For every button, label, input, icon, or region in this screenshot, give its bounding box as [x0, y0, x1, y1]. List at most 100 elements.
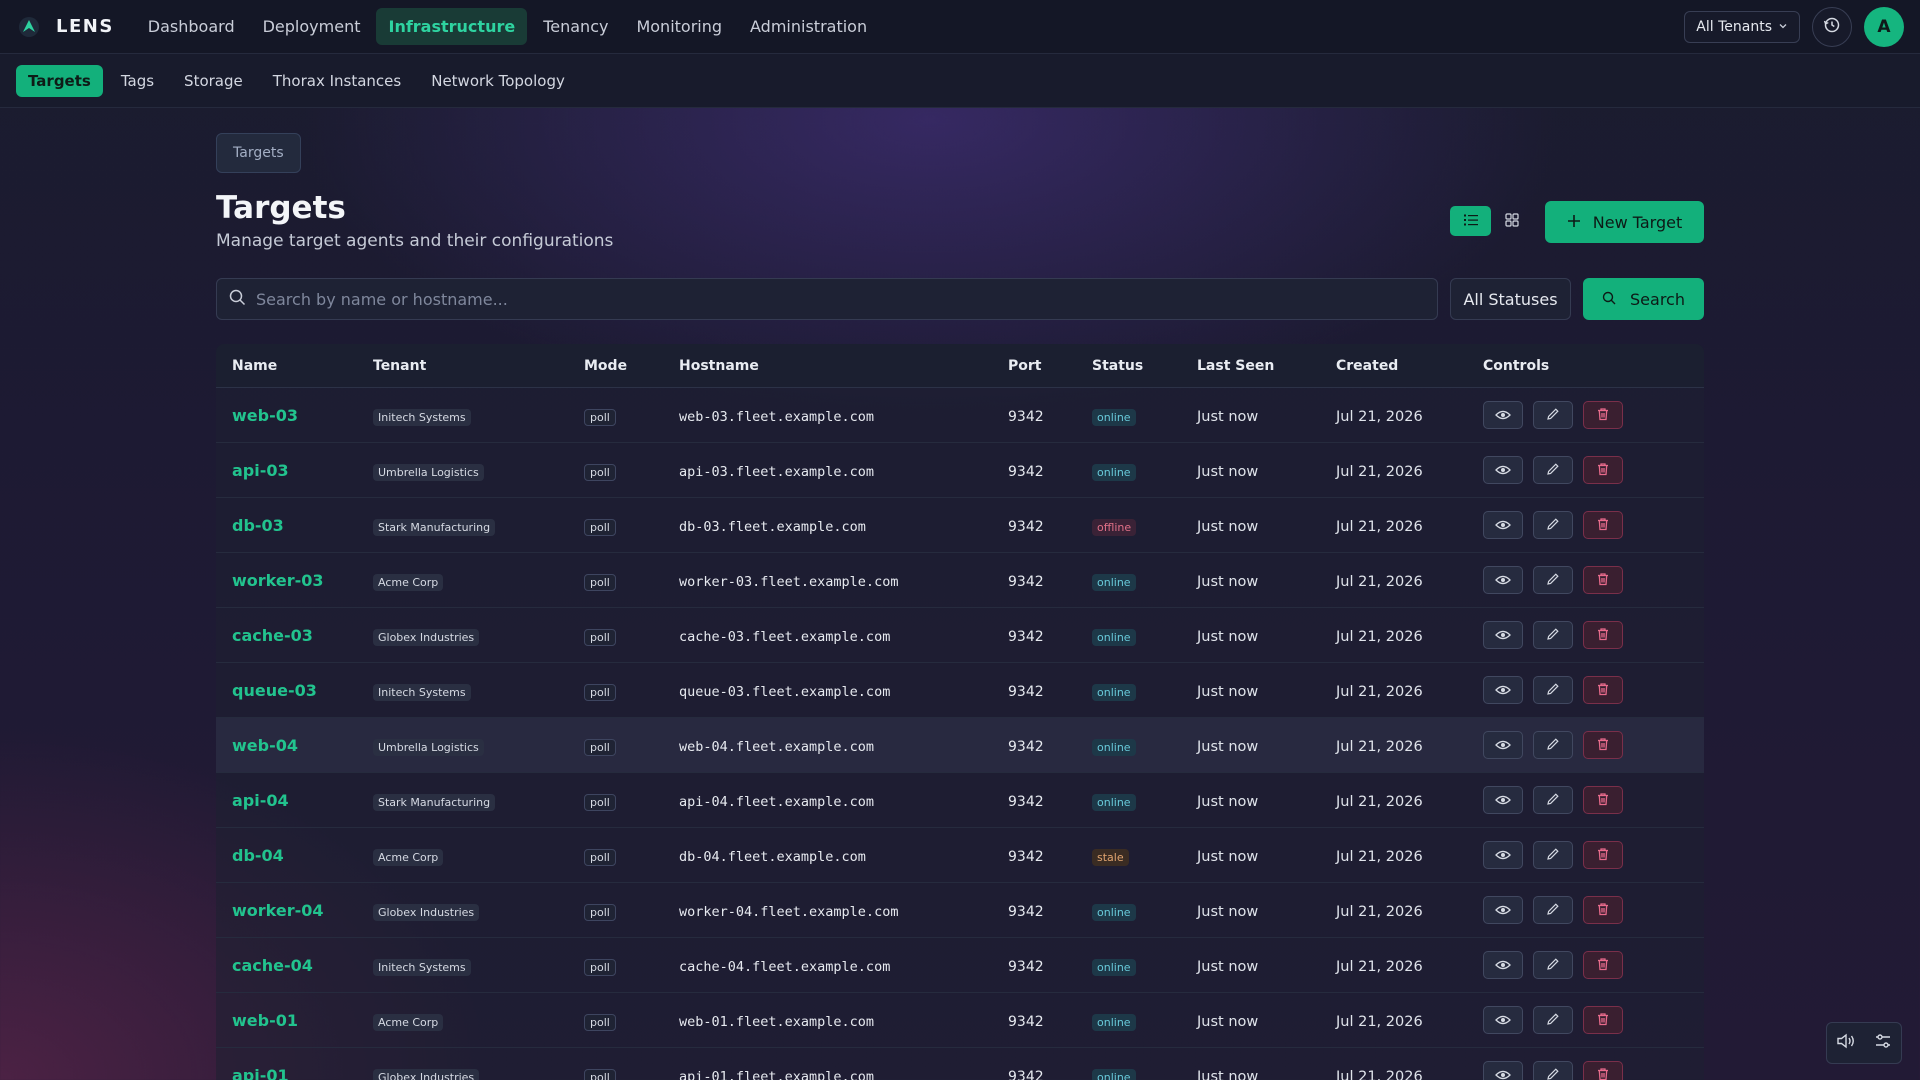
- view-button[interactable]: [1483, 566, 1523, 594]
- target-name-link[interactable]: db-03: [232, 516, 284, 535]
- delete-button[interactable]: [1583, 456, 1623, 484]
- delete-button[interactable]: [1583, 511, 1623, 539]
- breadcrumb[interactable]: Targets: [216, 133, 301, 173]
- table-row[interactable]: queue-03 Initech Systems poll queue-03.flee…: [216, 663, 1704, 718]
- search-button[interactable]: Search: [1583, 278, 1704, 320]
- nav-tenancy[interactable]: Tenancy: [531, 8, 620, 45]
- view-button[interactable]: [1483, 401, 1523, 429]
- sound-button[interactable]: [1836, 1032, 1856, 1054]
- edit-button[interactable]: [1533, 786, 1573, 814]
- delete-button[interactable]: [1583, 896, 1623, 924]
- nav-monitoring[interactable]: Monitoring: [624, 8, 734, 45]
- target-name-link[interactable]: cache-04: [232, 956, 313, 975]
- column-header-created[interactable]: Created: [1336, 358, 1483, 374]
- pencil-icon: [1546, 956, 1560, 975]
- view-button[interactable]: [1483, 621, 1523, 649]
- table-row[interactable]: web-04 Umbrella Logistics poll web-04.fleet…: [216, 718, 1704, 773]
- edit-button[interactable]: [1533, 676, 1573, 704]
- table-row[interactable]: db-04 Acme Corp poll db-04.fleet.example.co…: [216, 828, 1704, 883]
- view-button[interactable]: [1483, 511, 1523, 539]
- view-button[interactable]: [1483, 786, 1523, 814]
- column-header-name[interactable]: Name: [216, 358, 373, 374]
- delete-button[interactable]: [1583, 1006, 1623, 1034]
- subnav-thorax-instances[interactable]: Thorax Instances: [261, 65, 413, 97]
- nav-dashboard[interactable]: Dashboard: [136, 8, 247, 45]
- edit-button[interactable]: [1533, 896, 1573, 924]
- target-name-link[interactable]: queue-03: [232, 681, 317, 700]
- new-target-button[interactable]: New Target: [1545, 201, 1704, 243]
- delete-button[interactable]: [1583, 676, 1623, 704]
- target-name-link[interactable]: web-04: [232, 736, 298, 755]
- nav-infrastructure[interactable]: Infrastructure: [376, 8, 528, 45]
- delete-button[interactable]: [1583, 566, 1623, 594]
- table-row[interactable]: cache-04 Initech Systems poll cache-04.flee…: [216, 938, 1704, 993]
- search-input[interactable]: [256, 289, 1425, 309]
- column-header-status[interactable]: Status: [1092, 358, 1197, 374]
- edit-button[interactable]: [1533, 456, 1573, 484]
- target-name-link[interactable]: api-03: [232, 461, 289, 480]
- table-row[interactable]: worker-03 Acme Corp poll worker-03.fleet.ex…: [216, 553, 1704, 608]
- target-name-link[interactable]: web-01: [232, 1011, 298, 1030]
- table-row[interactable]: api-04 Stark Manufacturing poll api-04.flee…: [216, 773, 1704, 828]
- table-row[interactable]: api-01 Globex Industries poll api-01.fleet.…: [216, 1048, 1704, 1080]
- edit-button[interactable]: [1533, 731, 1573, 759]
- user-avatar[interactable]: A: [1864, 6, 1904, 47]
- view-button[interactable]: [1483, 456, 1523, 484]
- delete-button[interactable]: [1583, 1061, 1623, 1080]
- nav-deployment[interactable]: Deployment: [251, 8, 373, 45]
- table-row[interactable]: cache-03 Globex Industries poll cache-03.fl…: [216, 608, 1704, 663]
- edit-button[interactable]: [1533, 841, 1573, 869]
- column-header-controls: Controls: [1483, 357, 1550, 374]
- delete-button[interactable]: [1583, 401, 1623, 429]
- column-header-mode[interactable]: Mode: [584, 358, 679, 374]
- table-row[interactable]: db-03 Stark Manufacturing poll db-03.fleet.…: [216, 498, 1704, 553]
- column-header-port[interactable]: Port: [1008, 358, 1092, 374]
- edit-button[interactable]: [1533, 951, 1573, 979]
- target-name-link[interactable]: api-04: [232, 791, 289, 810]
- subnav-network-topology[interactable]: Network Topology: [419, 65, 577, 97]
- column-header-hostname[interactable]: Hostname: [679, 358, 1008, 374]
- edit-button[interactable]: [1533, 1006, 1573, 1034]
- table-row[interactable]: web-03 Initech Systems poll web-03.fleet.ex…: [216, 388, 1704, 443]
- delete-button[interactable]: [1583, 731, 1623, 759]
- edit-button[interactable]: [1533, 566, 1573, 594]
- edit-button[interactable]: [1533, 621, 1573, 649]
- subnav-targets[interactable]: Targets: [16, 64, 103, 97]
- target-name-link[interactable]: cache-03: [232, 626, 313, 645]
- subnav-storage[interactable]: Storage: [172, 65, 255, 97]
- app-logo[interactable]: LENS: [16, 14, 114, 40]
- target-name-link[interactable]: worker-03: [232, 571, 324, 590]
- table-row[interactable]: web-01 Acme Corp poll web-01.fleet.example.…: [216, 993, 1704, 1048]
- hostname-cell: api-01.fleet.example.com: [679, 1068, 875, 1080]
- edit-button[interactable]: [1533, 1061, 1573, 1080]
- view-button[interactable]: [1483, 896, 1523, 924]
- delete-button[interactable]: [1583, 621, 1623, 649]
- subnav-tags[interactable]: Tags: [109, 65, 166, 97]
- list-view-button[interactable]: [1450, 206, 1491, 236]
- view-button[interactable]: [1483, 841, 1523, 869]
- column-header-last-seen[interactable]: Last Seen: [1197, 358, 1336, 374]
- view-button[interactable]: [1483, 951, 1523, 979]
- delete-button[interactable]: [1583, 951, 1623, 979]
- target-name-link[interactable]: worker-04: [232, 901, 324, 920]
- column-header-tenant[interactable]: Tenant: [373, 358, 584, 374]
- history-button[interactable]: [1812, 6, 1852, 47]
- delete-button[interactable]: [1583, 786, 1623, 814]
- table-row[interactable]: worker-04 Globex Industries poll worker-04.…: [216, 883, 1704, 938]
- target-name-link[interactable]: api-01: [232, 1066, 289, 1080]
- grid-view-button[interactable]: [1491, 206, 1532, 236]
- status-filter-select[interactable]: All Statuses: [1450, 278, 1571, 320]
- delete-button[interactable]: [1583, 841, 1623, 869]
- nav-administration[interactable]: Administration: [738, 8, 879, 45]
- target-name-link[interactable]: db-04: [232, 846, 284, 865]
- view-button[interactable]: [1483, 731, 1523, 759]
- edit-button[interactable]: [1533, 511, 1573, 539]
- settings-sliders-button[interactable]: [1874, 1032, 1892, 1054]
- view-button[interactable]: [1483, 1006, 1523, 1034]
- view-button[interactable]: [1483, 1061, 1523, 1080]
- table-row[interactable]: api-03 Umbrella Logistics poll api-03.fleet…: [216, 443, 1704, 498]
- tenant-select[interactable]: All Tenants: [1684, 10, 1800, 43]
- target-name-link[interactable]: web-03: [232, 406, 298, 425]
- view-button[interactable]: [1483, 676, 1523, 704]
- edit-button[interactable]: [1533, 401, 1573, 429]
